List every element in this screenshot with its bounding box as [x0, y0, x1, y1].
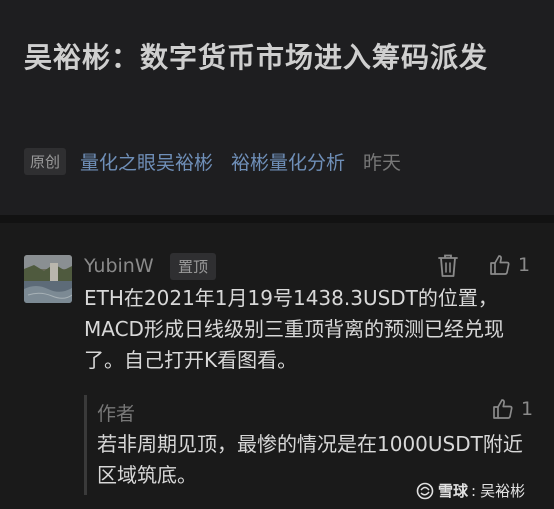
- like-button[interactable]: 1: [488, 253, 530, 277]
- article-meta: 原创 量化之眼吴裕彬 裕彬量化分析 昨天: [24, 146, 401, 176]
- snowball-logo-icon: [416, 482, 434, 499]
- reply-author-label: 作者: [97, 403, 136, 425]
- delete-button[interactable]: [436, 253, 460, 279]
- original-badge: 原创: [24, 147, 67, 175]
- pinned-badge: 置顶: [170, 253, 217, 280]
- thumbs-up-icon: [493, 399, 513, 419]
- comment-text: ETH在2021年1月19号1438.3USDT的位置，MACD形成日线级别三重…: [84, 286, 504, 372]
- comment-card: YubinW 置顶 1 ETH在2021年1月19号1438.3USDT的位置，…: [0, 223, 554, 509]
- column-link[interactable]: 量化之眼吴裕彬: [80, 148, 213, 175]
- thumbs-up-icon: [490, 255, 510, 275]
- reply-like-count: 1: [521, 398, 534, 420]
- article-title: 吴裕彬：数字货币市场进入筹码派发: [24, 41, 489, 74]
- like-count: 1: [518, 254, 531, 276]
- avatar[interactable]: [24, 255, 72, 303]
- watermark-separator: :: [471, 481, 477, 500]
- publish-time: 昨天: [363, 151, 402, 174]
- watermark-author: 吴裕彬: [480, 482, 526, 500]
- trash-icon: [438, 254, 458, 277]
- section-divider: [0, 215, 554, 223]
- watermark: 雪球 : 吴裕彬: [416, 480, 525, 501]
- reply-like-button[interactable]: 1: [491, 397, 533, 421]
- article-header: 吴裕彬：数字货币市场进入筹码派发 原创 量化之眼吴裕彬 裕彬量化分析 昨天: [0, 0, 554, 215]
- comment-username[interactable]: YubinW: [84, 255, 154, 277]
- watermark-brand: 雪球: [438, 482, 469, 500]
- author-link[interactable]: 裕彬量化分析: [231, 148, 345, 175]
